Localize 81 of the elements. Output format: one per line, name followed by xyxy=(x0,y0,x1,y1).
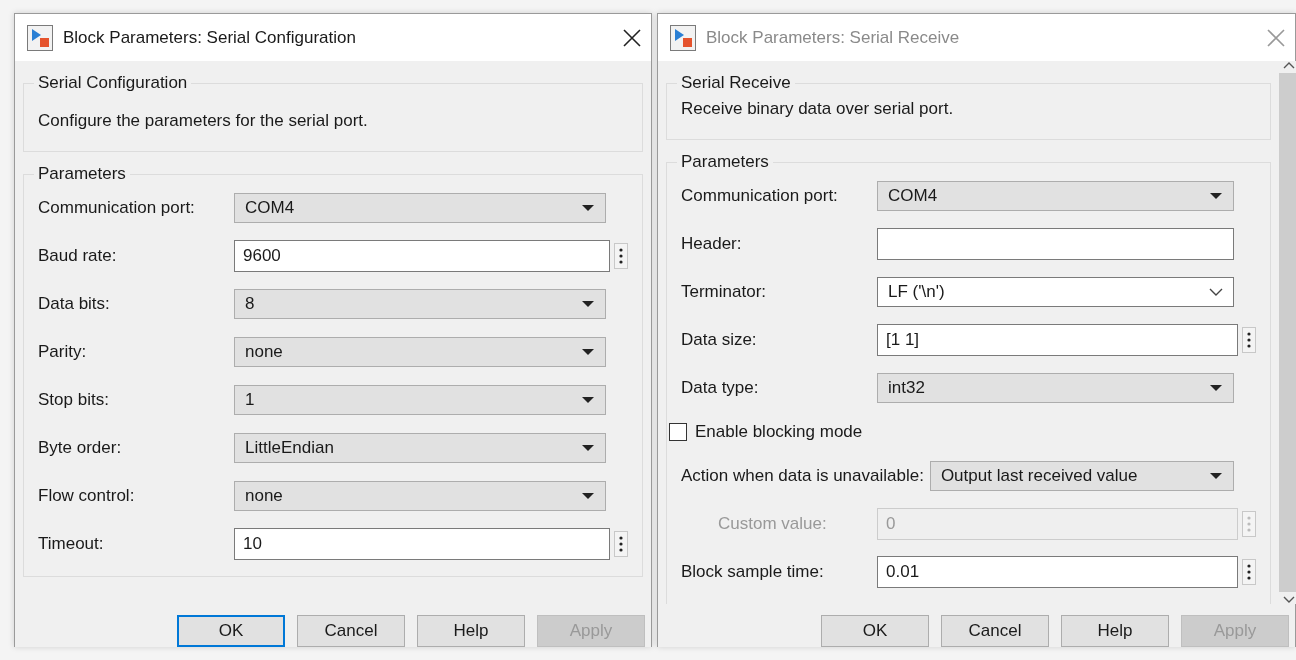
more-icon[interactable] xyxy=(619,536,623,552)
dropdown-value: none xyxy=(245,342,283,362)
field-label: Byte order: xyxy=(38,438,123,458)
dropdown[interactable]: LittleEndian xyxy=(234,433,606,463)
input-field[interactable] xyxy=(877,228,1234,260)
checkbox[interactable] xyxy=(669,423,687,441)
caret-icon[interactable] xyxy=(581,444,595,452)
dropdown[interactable]: COM4 xyxy=(234,193,606,223)
options-button[interactable] xyxy=(1242,559,1256,585)
window-title: Block Parameters: Serial Receive xyxy=(706,27,961,48)
caret-icon[interactable] xyxy=(581,300,595,308)
caret-icon[interactable] xyxy=(1209,384,1223,392)
field-label: Communication port: xyxy=(38,198,196,218)
dropdown[interactable]: 8 xyxy=(234,289,606,319)
close-icon[interactable] xyxy=(623,28,641,47)
description-text: Receive binary data over serial port. xyxy=(681,98,955,120)
field-label: Terminator: xyxy=(681,282,768,302)
caret-icon[interactable] xyxy=(1209,472,1223,480)
dropdown-value: LF ('\n') xyxy=(888,282,945,302)
block-icon xyxy=(670,24,696,51)
options-button[interactable] xyxy=(614,243,628,269)
caret-icon[interactable] xyxy=(581,204,595,212)
input-field[interactable]: 9600 xyxy=(234,240,610,272)
options-button[interactable] xyxy=(614,531,628,557)
more-icon[interactable] xyxy=(1247,564,1251,580)
dropdown[interactable]: 1 xyxy=(234,385,606,415)
input-field[interactable]: [1 1] xyxy=(877,324,1238,356)
input-field[interactable]: 0.01 xyxy=(877,556,1238,588)
scroll-up-icon[interactable] xyxy=(1283,61,1295,69)
group-title: Parameters xyxy=(37,164,127,184)
field-label: Header: xyxy=(681,234,743,254)
input-field[interactable]: 10 xyxy=(234,528,610,560)
dropdown-value: 8 xyxy=(245,294,255,314)
dialog-button[interactable]: OK xyxy=(177,615,285,647)
dropdown[interactable]: LF ('\n') xyxy=(877,277,1234,307)
dropdown-value: COM4 xyxy=(888,186,938,206)
group-title: Serial Receive xyxy=(680,73,792,93)
group-title: Serial Configuration xyxy=(37,73,189,93)
dialog-button[interactable]: Help xyxy=(1061,615,1169,647)
dialog-button[interactable]: Cancel xyxy=(297,615,405,647)
field-label: Data size: xyxy=(681,330,758,350)
options-button[interactable] xyxy=(1242,327,1256,353)
dropdown[interactable]: COM4 xyxy=(877,181,1234,211)
checkbox-label[interactable]: Enable blocking mode xyxy=(695,422,863,442)
dropdown[interactable]: int32 xyxy=(877,373,1234,403)
more-icon[interactable] xyxy=(619,248,623,264)
field-label: Flow control: xyxy=(38,486,136,506)
chevron-icon[interactable] xyxy=(1209,288,1223,296)
more-icon[interactable] xyxy=(1247,332,1251,348)
field-label: Baud rate: xyxy=(38,246,118,266)
dropdown[interactable]: Output last received value xyxy=(929,461,1234,491)
field-label: Block sample time: xyxy=(681,562,825,582)
description-text: Configure the parameters for the serial port. xyxy=(38,110,369,132)
dialog-button[interactable]: Cancel xyxy=(941,615,1049,647)
dropdown-value: 1 xyxy=(245,390,255,410)
dropdown-value: LittleEndian xyxy=(245,438,334,458)
block-icon xyxy=(27,24,53,51)
field-label: Custom value: xyxy=(718,514,828,534)
dropdown-value: Output last received value xyxy=(940,466,1138,486)
dialog-button[interactable]: Help xyxy=(417,615,525,647)
caret-icon[interactable] xyxy=(581,492,595,500)
dropdown[interactable]: none xyxy=(234,337,606,367)
field-label: Stop bits: xyxy=(38,390,110,410)
caret-icon[interactable] xyxy=(581,348,595,356)
caret-icon[interactable] xyxy=(1209,192,1223,200)
dropdown-value: int32 xyxy=(888,378,925,398)
field-label: Data type: xyxy=(681,378,760,398)
dropdown-value: none xyxy=(245,486,283,506)
field-label: Parity: xyxy=(38,342,88,362)
field-label: Data bits: xyxy=(38,294,111,314)
field-label: Action when data is unavailable: xyxy=(681,466,924,486)
scrollbar[interactable] xyxy=(1279,61,1296,604)
caret-icon[interactable] xyxy=(581,396,595,404)
group-title: Parameters xyxy=(680,152,770,172)
field-label: Communication port: xyxy=(681,186,839,206)
dropdown[interactable]: none xyxy=(234,481,606,511)
window-title: Block Parameters: Serial Configuration xyxy=(63,27,357,48)
dropdown-value: COM4 xyxy=(245,198,295,218)
field-label: Timeout: xyxy=(38,534,105,554)
dialog-button[interactable]: OK xyxy=(821,615,929,647)
scroll-down-icon[interactable] xyxy=(1283,596,1295,604)
